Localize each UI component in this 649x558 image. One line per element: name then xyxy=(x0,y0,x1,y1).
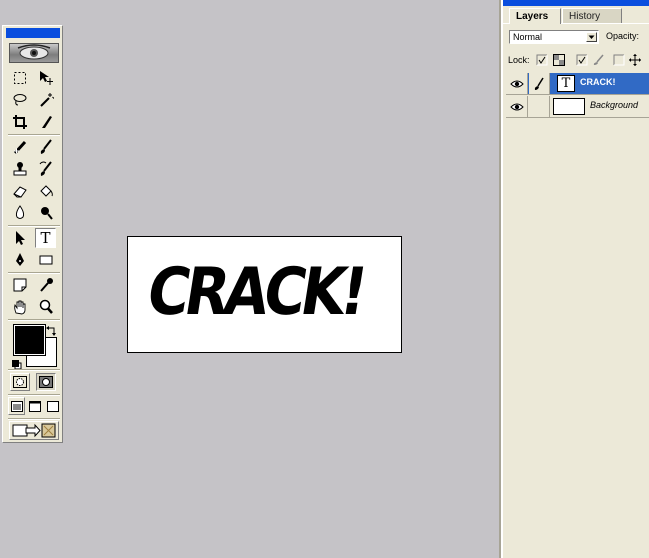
eyedropper-icon[interactable] xyxy=(35,275,56,295)
lock-pixels-icon[interactable] xyxy=(553,54,565,66)
lock-brush-icon[interactable] xyxy=(592,54,604,66)
jump-to-imageready-button[interactable] xyxy=(9,421,59,440)
toolbox-divider xyxy=(8,394,60,396)
document-canvas[interactable]: CRACK! xyxy=(127,236,402,353)
hand-icon[interactable] xyxy=(9,297,30,317)
tab-history[interactable]: History xyxy=(562,8,622,24)
foreground-color-swatch[interactable] xyxy=(13,324,46,356)
blur-icon[interactable] xyxy=(9,203,30,223)
history-brush-icon[interactable] xyxy=(35,159,56,179)
eraser-icon[interactable] xyxy=(9,181,30,201)
layer-brush-slot[interactable] xyxy=(529,96,550,117)
palette-titlebar[interactable] xyxy=(503,0,649,6)
default-colors-icon[interactable] xyxy=(12,357,22,370)
healing-brush-icon[interactable] xyxy=(9,137,30,157)
lock-position-icon[interactable] xyxy=(576,54,588,66)
pen-icon[interactable] xyxy=(9,250,30,270)
blend-mode-value: Normal xyxy=(513,32,543,42)
full-screen-menu-mode-button[interactable] xyxy=(26,397,43,415)
opacity-label: Opacity: xyxy=(606,31,640,41)
notes-icon[interactable] xyxy=(9,275,30,295)
layer-name-crack: CRACK! xyxy=(580,77,616,87)
tab-layers[interactable]: Layers xyxy=(509,8,561,24)
lock-label: Lock: xyxy=(508,55,530,65)
standard-mode-button[interactable] xyxy=(10,373,30,391)
full-screen-mode-button[interactable] xyxy=(44,397,61,415)
eye-icon[interactable] xyxy=(506,96,528,117)
adobe-online-logo-icon[interactable] xyxy=(9,43,59,63)
lock-transparency-icon[interactable] xyxy=(536,54,548,66)
layers-palette: Layers History Normal Opacity: Lock: T C… xyxy=(501,0,649,558)
layer-name-background: Background xyxy=(590,100,639,110)
marquee-icon[interactable] xyxy=(9,68,30,88)
toolbox: T xyxy=(2,25,63,443)
move-lock-icon[interactable] xyxy=(629,54,641,66)
text-layer-thumbnail-icon: T xyxy=(557,75,575,92)
toolbox-titlebar[interactable] xyxy=(6,28,60,38)
brush-icon[interactable] xyxy=(35,137,56,157)
rectangle-icon[interactable] xyxy=(35,250,56,270)
layer-brush-icon[interactable] xyxy=(529,73,550,94)
toolbox-divider xyxy=(8,418,60,420)
toolbox-divider xyxy=(8,225,60,227)
slice-icon[interactable] xyxy=(35,112,56,132)
chevron-down-icon[interactable] xyxy=(586,32,597,42)
color-swatches xyxy=(8,322,60,370)
quick-mask-mode-button[interactable] xyxy=(36,373,56,391)
lasso-icon[interactable] xyxy=(9,90,30,110)
layer-row-crack[interactable]: T CRACK! xyxy=(506,73,649,95)
dodge-icon[interactable] xyxy=(35,203,56,223)
move-icon[interactable] xyxy=(35,68,56,88)
type-icon[interactable]: T xyxy=(35,228,56,248)
lock-all-icon[interactable] xyxy=(613,54,625,66)
eye-icon[interactable] xyxy=(506,73,528,94)
layer-row-background[interactable]: Background xyxy=(506,96,649,118)
bucket-icon[interactable] xyxy=(35,181,56,201)
toolbox-divider xyxy=(8,319,60,321)
magic-wand-icon[interactable] xyxy=(35,90,56,110)
blend-mode-select[interactable]: Normal xyxy=(509,30,599,44)
toolbox-divider xyxy=(8,134,60,136)
toolbox-divider xyxy=(8,369,60,371)
crack-text-layer: CRACK! xyxy=(142,252,369,330)
crop-icon[interactable] xyxy=(9,112,30,132)
toolbox-divider xyxy=(8,272,60,274)
standard-screen-mode-button[interactable] xyxy=(8,397,25,415)
stamp-icon[interactable] xyxy=(9,159,30,179)
path-select-icon[interactable] xyxy=(9,228,30,248)
background-layer-thumbnail xyxy=(553,98,585,115)
zoom-icon[interactable] xyxy=(35,297,56,317)
swap-colors-icon[interactable] xyxy=(46,324,57,342)
